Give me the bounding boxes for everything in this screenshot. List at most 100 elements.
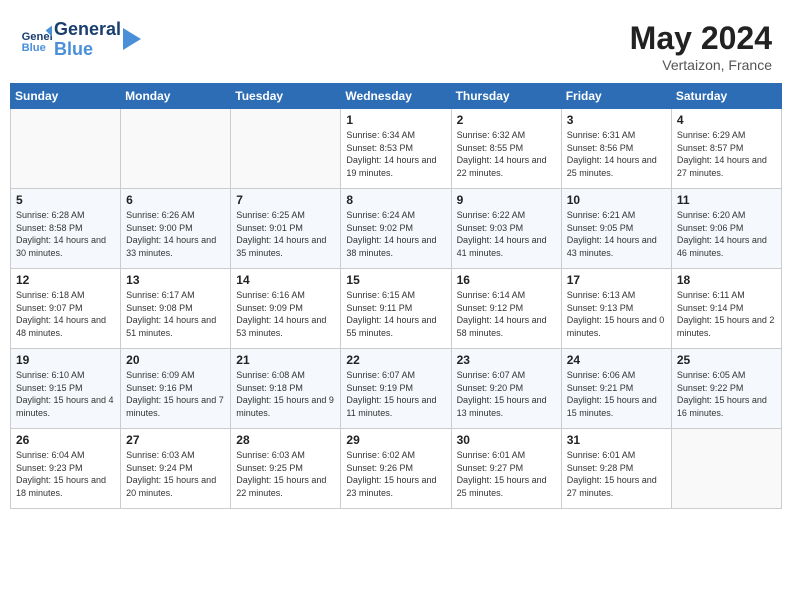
daylight-text: Daylight: 14 hours and 43 minutes. (567, 234, 666, 259)
sunrise-text: Sunrise: 6:17 AM (126, 289, 225, 302)
sunrise-text: Sunrise: 6:02 AM (346, 449, 445, 462)
sunrise-text: Sunrise: 6:22 AM (457, 209, 556, 222)
daylight-text: Daylight: 15 hours and 27 minutes. (567, 474, 666, 499)
month-year: May 2024 (630, 20, 772, 57)
calendar-cell: 6Sunrise: 6:26 AMSunset: 9:00 PMDaylight… (121, 189, 231, 269)
sunrise-text: Sunrise: 6:03 AM (126, 449, 225, 462)
day-header-wednesday: Wednesday (341, 84, 451, 109)
cell-content: Sunrise: 6:07 AMSunset: 9:19 PMDaylight:… (346, 369, 445, 419)
day-number: 1 (346, 113, 445, 127)
sunset-text: Sunset: 9:07 PM (16, 302, 115, 315)
calendar-cell: 7Sunrise: 6:25 AMSunset: 9:01 PMDaylight… (231, 189, 341, 269)
sunset-text: Sunset: 9:25 PM (236, 462, 335, 475)
cell-content: Sunrise: 6:03 AMSunset: 9:24 PMDaylight:… (126, 449, 225, 499)
day-number: 4 (677, 113, 776, 127)
cell-content: Sunrise: 6:08 AMSunset: 9:18 PMDaylight:… (236, 369, 335, 419)
sunrise-text: Sunrise: 6:34 AM (346, 129, 445, 142)
daylight-text: Daylight: 14 hours and 38 minutes. (346, 234, 445, 259)
day-number: 19 (16, 353, 115, 367)
cell-content: Sunrise: 6:09 AMSunset: 9:16 PMDaylight:… (126, 369, 225, 419)
cell-content: Sunrise: 6:13 AMSunset: 9:13 PMDaylight:… (567, 289, 666, 339)
day-number: 30 (457, 433, 556, 447)
sunrise-text: Sunrise: 6:26 AM (126, 209, 225, 222)
sunrise-text: Sunrise: 6:07 AM (457, 369, 556, 382)
sunset-text: Sunset: 9:08 PM (126, 302, 225, 315)
sunset-text: Sunset: 9:24 PM (126, 462, 225, 475)
sunset-text: Sunset: 9:14 PM (677, 302, 776, 315)
calendar-cell: 17 Sunrise: 6:13 AMSunset: 9:13 PMDayligh… (561, 269, 671, 349)
title-block: May 2024 Vertaizon, France (630, 20, 772, 73)
sunset-text: Sunset: 9:12 PM (457, 302, 556, 315)
daylight-text: Daylight: 15 hours and 23 minutes. (346, 474, 445, 499)
sunset-text: Sunset: 8:56 PM (567, 142, 666, 155)
cell-content: Sunrise: 6:28 AMSunset: 8:58 PMDaylight:… (16, 209, 115, 259)
cell-content: Sunrise: 6:07 AMSunset: 9:20 PMDaylight:… (457, 369, 556, 419)
day-number: 23 (457, 353, 556, 367)
day-number: 13 (126, 273, 225, 287)
sunrise-text: Sunrise: 6:09 AM (126, 369, 225, 382)
daylight-text: Daylight: 14 hours and 30 minutes. (16, 234, 115, 259)
sunrise-text: Sunrise: 6:08 AM (236, 369, 335, 382)
sunset-text: Sunset: 9:21 PM (567, 382, 666, 395)
logo-line2: Blue (54, 40, 121, 60)
day-number: 6 (126, 193, 225, 207)
calendar-cell: 27Sunrise: 6:03 AMSunset: 9:24 PMDayligh… (121, 429, 231, 509)
cell-content: Sunrise: 6:14 AMSunset: 9:12 PMDaylight:… (457, 289, 556, 339)
day-header-tuesday: Tuesday (231, 84, 341, 109)
daylight-text: Daylight: 14 hours and 41 minutes. (457, 234, 556, 259)
cell-content: Sunrise: 6:16 AMSunset: 9:09 PMDaylight:… (236, 289, 335, 339)
sunset-text: Sunset: 9:16 PM (126, 382, 225, 395)
daylight-text: Daylight: 15 hours and 18 minutes. (16, 474, 115, 499)
sunrise-text: Sunrise: 6:29 AM (677, 129, 776, 142)
sunset-text: Sunset: 9:01 PM (236, 222, 335, 235)
sunset-text: Sunset: 8:58 PM (16, 222, 115, 235)
cell-content: Sunrise: 6:06 AMSunset: 9:21 PMDaylight:… (567, 369, 666, 419)
calendar-week-row: 5 Sunrise: 6:28 AMSunset: 8:58 PMDaylight… (11, 189, 782, 269)
day-number: 5 (16, 193, 115, 207)
calendar-cell: 4 Sunrise: 6:29 AMSunset: 8:57 PMDaylight… (671, 109, 781, 189)
cell-content: Sunrise: 6:11 AMSunset: 9:14 PMDaylight:… (677, 289, 776, 339)
cell-content: Sunrise: 6:24 AMSunset: 9:02 PMDaylight:… (346, 209, 445, 259)
cell-content: Sunrise: 6:21 AMSunset: 9:05 PMDaylight:… (567, 209, 666, 259)
calendar-cell: 30Sunrise: 6:01 AMSunset: 9:27 PMDayligh… (451, 429, 561, 509)
daylight-text: Daylight: 14 hours and 51 minutes. (126, 314, 225, 339)
day-number: 25 (677, 353, 776, 367)
calendar-cell (231, 109, 341, 189)
page-header: General Blue General Blue May 2024 Verta… (10, 10, 782, 78)
calendar-cell: 20 Sunrise: 6:09 AMSunset: 9:16 PMDayligh… (121, 349, 231, 429)
calendar-cell: 1Sunrise: 6:34 AMSunset: 8:53 PMDaylight… (341, 109, 451, 189)
daylight-text: Daylight: 15 hours and 20 minutes. (126, 474, 225, 499)
calendar-cell: 15Sunrise: 6:15 AMSunset: 9:11 PMDayligh… (341, 269, 451, 349)
day-number: 15 (346, 273, 445, 287)
sunset-text: Sunset: 9:20 PM (457, 382, 556, 395)
cell-content: Sunrise: 6:10 AMSunset: 9:15 PMDaylight:… (16, 369, 115, 419)
daylight-text: Daylight: 15 hours and 25 minutes. (457, 474, 556, 499)
daylight-text: Daylight: 14 hours and 25 minutes. (567, 154, 666, 179)
cell-content: Sunrise: 6:32 AMSunset: 8:55 PMDaylight:… (457, 129, 556, 179)
day-number: 2 (457, 113, 556, 127)
sunset-text: Sunset: 9:11 PM (346, 302, 445, 315)
sunrise-text: Sunrise: 6:15 AM (346, 289, 445, 302)
calendar-cell: 21Sunrise: 6:08 AMSunset: 9:18 PMDayligh… (231, 349, 341, 429)
day-number: 20 (126, 353, 225, 367)
logo-line1: General (54, 20, 121, 40)
cell-content: Sunrise: 6:17 AMSunset: 9:08 PMDaylight:… (126, 289, 225, 339)
sunrise-text: Sunrise: 6:03 AM (236, 449, 335, 462)
day-number: 17 (567, 273, 666, 287)
calendar-cell: 18Sunrise: 6:11 AMSunset: 9:14 PMDayligh… (671, 269, 781, 349)
svg-text:General: General (22, 31, 52, 43)
calendar-table: SundayMondayTuesdayWednesdayThursdayFrid… (10, 83, 782, 509)
cell-content: Sunrise: 6:29 AMSunset: 8:57 PMDaylight:… (677, 129, 776, 179)
day-number: 11 (677, 193, 776, 207)
sunset-text: Sunset: 9:19 PM (346, 382, 445, 395)
calendar-cell: 12Sunrise: 6:18 AMSunset: 9:07 PMDayligh… (11, 269, 121, 349)
sunset-text: Sunset: 9:03 PM (457, 222, 556, 235)
calendar-cell: 9Sunrise: 6:22 AMSunset: 9:03 PMDaylight… (451, 189, 561, 269)
cell-content: Sunrise: 6:02 AMSunset: 9:26 PMDaylight:… (346, 449, 445, 499)
sunrise-text: Sunrise: 6:13 AM (567, 289, 666, 302)
calendar-cell (671, 429, 781, 509)
sunrise-text: Sunrise: 6:04 AM (16, 449, 115, 462)
daylight-text: Daylight: 14 hours and 46 minutes. (677, 234, 776, 259)
sunset-text: Sunset: 9:28 PM (567, 462, 666, 475)
daylight-text: Daylight: 14 hours and 27 minutes. (677, 154, 776, 179)
